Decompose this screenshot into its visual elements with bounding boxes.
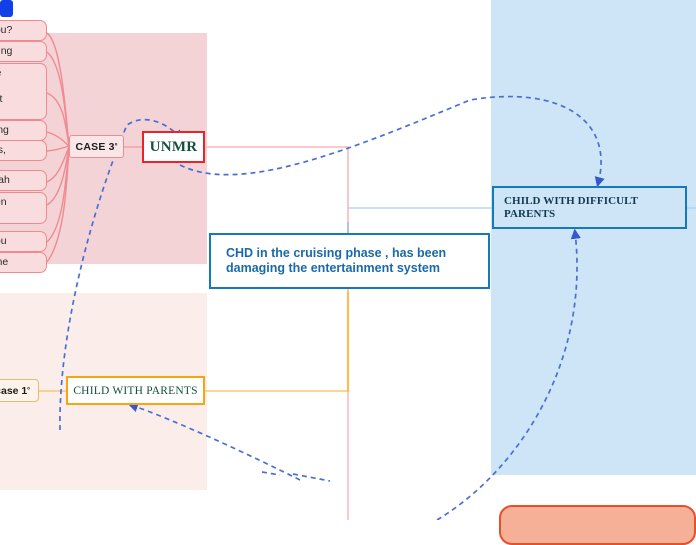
callout-line-1: CHD in the cruising phase , has been [226, 246, 447, 260]
list-item[interactable]: ch colors, [0, 140, 47, 161]
list-item[interactable]: thank you [0, 231, 47, 252]
callout-line-2: damaging the entertainment system [226, 261, 440, 275]
leaf-label: ep playing [0, 124, 9, 136]
leaf-label: ch colors, [0, 144, 6, 156]
node-case-3-label: CASE 3 [75, 140, 115, 153]
node-child-with-difficult-parents-label: CHILD WITH DIFFICULT PARENTS [504, 194, 638, 220]
node-case-1-label: case 1 [0, 384, 28, 397]
list-item[interactable]: Wow yeah [0, 170, 47, 191]
leaf-label: Wow yeah [0, 174, 10, 186]
node-unmr-label: UNMR [149, 138, 198, 155]
node-case-3[interactable]: CASE 3º [69, 135, 124, 158]
relation-marker-in [261, 471, 281, 476]
node-child-with-parents-label: CHILD WITH PARENTS [73, 384, 198, 397]
leaf-label: ring when sweets, [0, 196, 7, 208]
degree-symbol: º [27, 387, 30, 394]
mindmap-canvas[interactable]: w are you? ere playing se of the mage it… [0, 0, 696, 545]
relation-marker-to-childparents [127, 402, 301, 481]
list-item[interactable]: w are you? [0, 20, 47, 41]
leaf-label: w are you? [0, 24, 13, 36]
node-bottom-clipped[interactable] [499, 505, 696, 545]
node-case-1[interactable]: case 1º [0, 379, 39, 402]
node-child-with-parents[interactable]: CHILD WITH PARENTS [66, 376, 205, 405]
node-callout[interactable]: CHD in the cruising phase , has been dam… [209, 233, 490, 289]
list-item[interactable]: g calls me [0, 252, 47, 273]
degree-symbol: º [114, 143, 118, 150]
relation-unmr-to-difficult-parents [179, 95, 605, 188]
leaf-label: ere playing [0, 45, 13, 57]
list-item[interactable]: se of the mage it r the rest mage it, [0, 63, 47, 120]
list-item[interactable]: ep playing [0, 120, 47, 141]
list-item[interactable]: ring when sweets, [0, 192, 47, 224]
node-child-with-difficult-parents[interactable]: CHILD WITH DIFFICULT PARENTS [492, 186, 687, 229]
node-unmr[interactable]: UNMR [142, 131, 205, 163]
leaf-label: thank you [0, 235, 7, 247]
node-bottom-label [596, 519, 599, 531]
leaf-links [46, 32, 70, 263]
leaf-label: g calls me [0, 256, 9, 268]
leaf-label: se of the mage it r the rest mage it, [0, 67, 3, 105]
list-item[interactable]: ere playing [0, 41, 47, 62]
